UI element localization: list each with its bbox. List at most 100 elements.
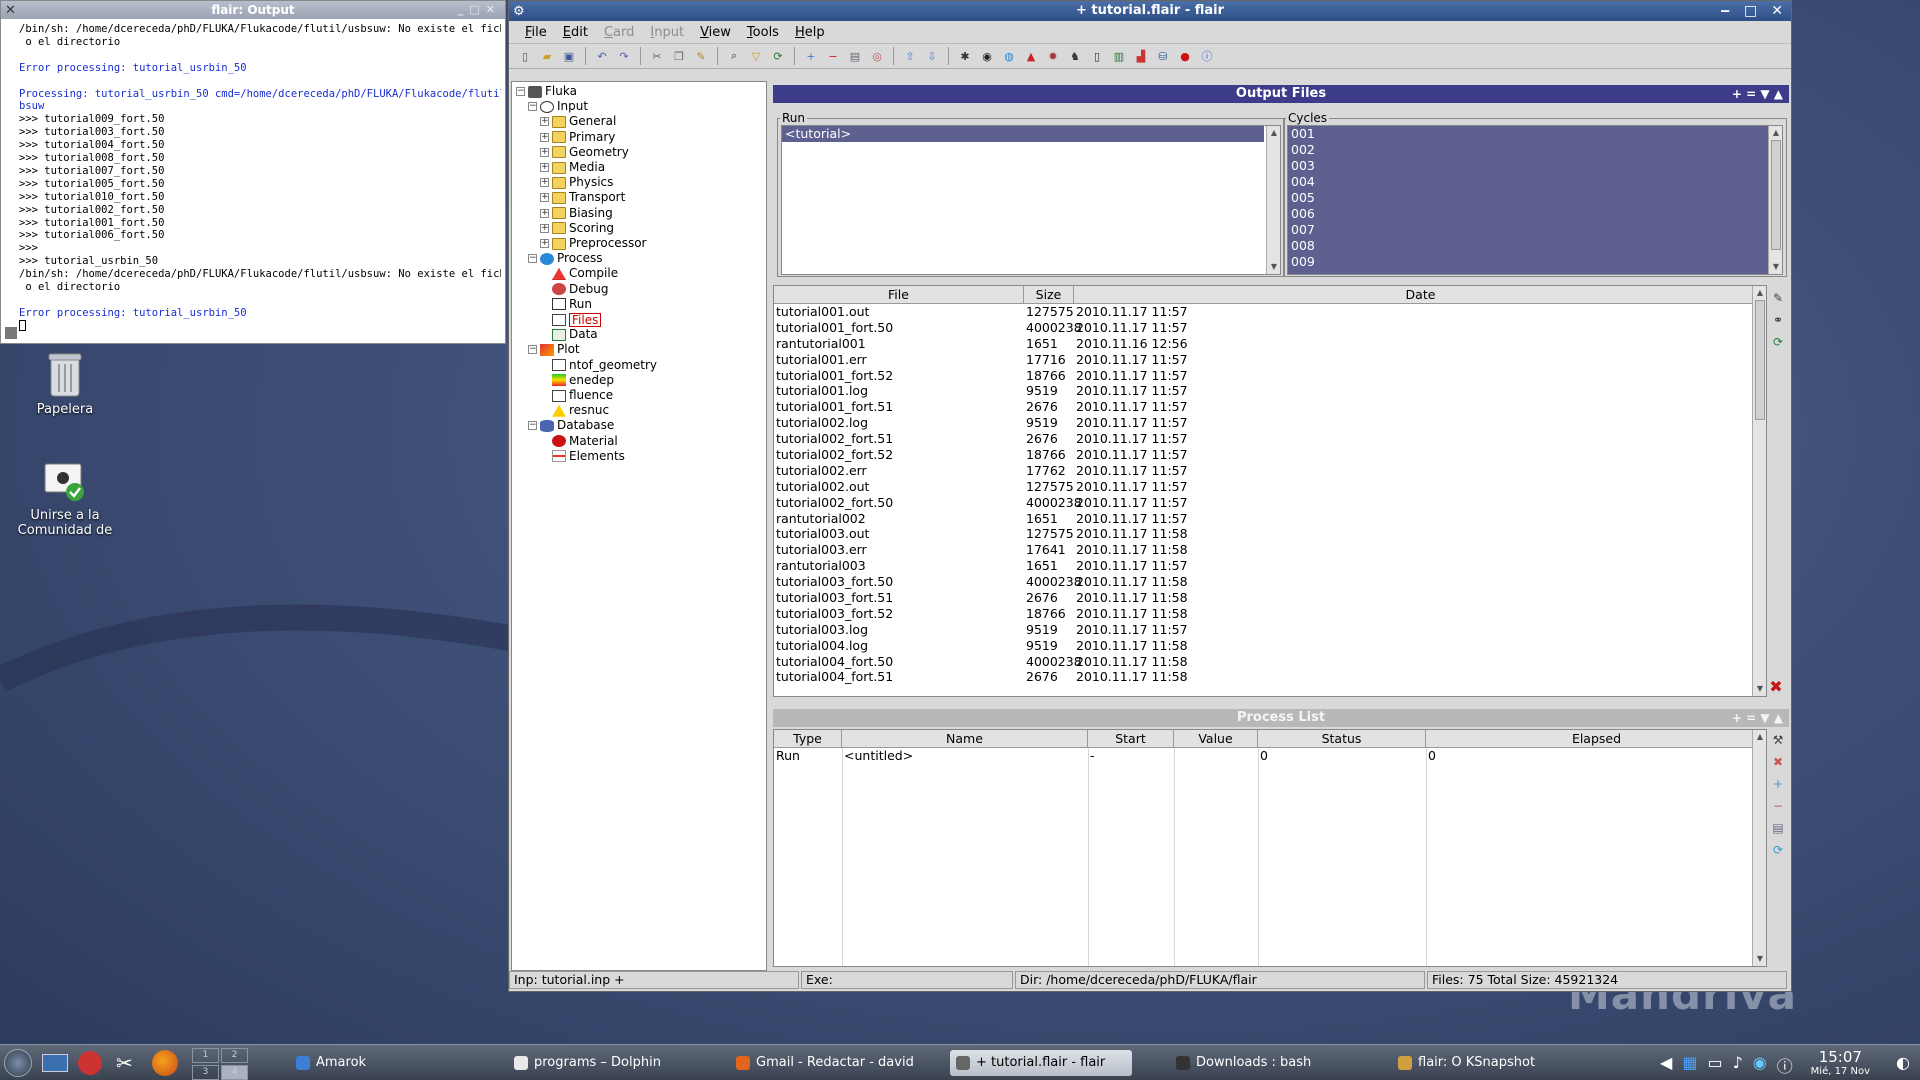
table-row[interactable]: tutorial002_fort.50 4000238 2010.11.17 11:… bbox=[774, 495, 1750, 511]
cycle-list-item[interactable]: 007 bbox=[1288, 222, 1782, 238]
table-row[interactable]: rantutorial001 1651 2010.11.16 12:56 bbox=[774, 336, 1750, 352]
tree-item-debug[interactable]: Debug bbox=[540, 282, 608, 297]
cycle-list-item[interactable]: 006 bbox=[1288, 206, 1782, 222]
print-icon[interactable]: ▤ bbox=[845, 46, 865, 66]
tree-expander[interactable]: + bbox=[540, 132, 549, 142]
taskbar-task[interactable]: + tutorial.flair - flair bbox=[950, 1050, 1132, 1076]
tree-item-database[interactable]: − Database bbox=[528, 418, 614, 433]
table-row[interactable]: tutorial004.log 9519 2010.11.17 11:58 bbox=[774, 638, 1750, 654]
add-process-icon[interactable]: + bbox=[1769, 775, 1787, 793]
terminal-titlebar[interactable]: ✕ flair: Output _□✕ bbox=[1, 1, 505, 19]
tree-item-primary[interactable]: + Primary bbox=[540, 130, 615, 145]
tools-launcher-icon[interactable]: ✂ bbox=[116, 1051, 133, 1075]
output-panel-controls[interactable]: + = ▼ ▲ bbox=[1732, 85, 1783, 103]
cycle-list-item[interactable]: 005 bbox=[1288, 190, 1782, 206]
files-col-file[interactable]: File bbox=[774, 286, 1024, 304]
table-row[interactable]: tutorial001.log 9519 2010.11.17 11:57 bbox=[774, 383, 1750, 399]
tree-item-scoring[interactable]: + Scoring bbox=[540, 221, 614, 236]
volume-icon[interactable]: ♪ bbox=[1733, 1053, 1743, 1077]
fluka-toolbar-icon[interactable]: ✱ bbox=[955, 46, 975, 66]
clipboard-icon[interactable]: ▭ bbox=[1707, 1053, 1722, 1077]
pager-desktop-3[interactable]: 3 bbox=[192, 1065, 219, 1080]
run-list-scrollbar[interactable]: ▲ ▼ bbox=[1266, 126, 1280, 274]
remove-process-icon[interactable]: − bbox=[1769, 797, 1787, 815]
process-col-name[interactable]: Name bbox=[842, 730, 1088, 748]
files-table-scrollbar[interactable]: ▲ ▼ bbox=[1752, 286, 1766, 696]
output-files-header[interactable]: Output Files + = ▼ ▲ bbox=[773, 85, 1789, 103]
files-table[interactable]: File Size Date tutorial001.out 127575 2010.1… bbox=[773, 285, 1767, 697]
process-table-scrollbar[interactable]: ▲ ▼ bbox=[1752, 730, 1766, 966]
table-row[interactable]: tutorial003.log 9519 2010.11.17 11:57 bbox=[774, 622, 1750, 638]
desktop-pager[interactable]: 1234 bbox=[192, 1048, 248, 1080]
tree-item-data[interactable]: Data bbox=[540, 327, 598, 342]
tree-expander[interactable]: + bbox=[540, 117, 549, 127]
data-toolbar-icon[interactable]: ▥ bbox=[1109, 46, 1129, 66]
material-ball-icon[interactable]: ● bbox=[1175, 46, 1195, 66]
flair-titlebar[interactable]: ⚙ + tutorial.flair - flair ‒ □ ✕ bbox=[509, 1, 1791, 21]
tree-expander[interactable]: + bbox=[540, 178, 549, 188]
tree-expander[interactable]: − bbox=[516, 87, 525, 96]
tree-item-resnuc[interactable]: resnuc bbox=[540, 403, 609, 418]
tools-icon[interactable]: ⚒ bbox=[1769, 731, 1787, 749]
minimize-button[interactable]: ‒ bbox=[1720, 1, 1730, 21]
table-row[interactable]: tutorial001.err 17716 2010.11.17 11:57 bbox=[774, 352, 1750, 368]
debug-toolbar-icon[interactable]: ✹ bbox=[1043, 46, 1063, 66]
material-toolbar-icon[interactable]: ◎ bbox=[867, 46, 887, 66]
info-icon[interactable]: ⓘ bbox=[1777, 1053, 1793, 1077]
pager-desktop-1[interactable]: 1 bbox=[192, 1048, 219, 1063]
tree-expander[interactable]: − bbox=[528, 345, 537, 355]
tree-expander[interactable]: + bbox=[540, 208, 549, 218]
show-desktop-icon[interactable] bbox=[42, 1054, 68, 1072]
firefox-launcher-icon[interactable] bbox=[152, 1050, 178, 1076]
table-row[interactable]: tutorial001_fort.50 4000238 2010.11.17 11:… bbox=[774, 320, 1750, 336]
cut-icon[interactable]: ✂ bbox=[647, 46, 667, 66]
save-file-icon[interactable]: ▣ bbox=[559, 46, 579, 66]
table-row[interactable]: tutorial002.err 17762 2010.11.17 11:57 bbox=[774, 463, 1750, 479]
table-row[interactable]: tutorial001.out 127575 2010.11.17 11:57 bbox=[774, 304, 1750, 320]
kill-process-icon[interactable]: ✖ bbox=[1769, 753, 1787, 771]
terminal-window[interactable]: ✕ flair: Output _□✕ /bin/sh: /home/dcere… bbox=[0, 0, 506, 344]
tree-item-preprocessor[interactable]: + Preprocessor bbox=[540, 236, 646, 251]
community-desktop-icon[interactable]: Unirse a la Comunidad de bbox=[10, 460, 120, 538]
taskbar-task[interactable]: Downloads : bash bbox=[1170, 1050, 1378, 1076]
process-col-elapsed[interactable]: Elapsed bbox=[1426, 730, 1766, 748]
tree-expander[interactable]: + bbox=[540, 193, 549, 203]
cycle-list-item[interactable]: 009 bbox=[1288, 254, 1782, 270]
table-row[interactable]: Run <untitled> - 0 0 bbox=[774, 748, 1750, 764]
paste-icon[interactable]: ✎ bbox=[691, 46, 711, 66]
input-toolbar-icon[interactable]: ◉ bbox=[977, 46, 997, 66]
tree-expander[interactable]: + bbox=[540, 147, 549, 157]
menu-help[interactable]: Help bbox=[787, 25, 833, 40]
add-card-icon[interactable]: + bbox=[801, 46, 821, 66]
tree-item-geometry[interactable]: + Geometry bbox=[540, 145, 629, 160]
cycle-list-item[interactable]: 001 bbox=[1288, 126, 1782, 142]
process-panel-controls[interactable]: + = ▼ ▲ bbox=[1732, 709, 1783, 727]
tree-item-files[interactable]: Files bbox=[540, 312, 602, 327]
menu-view[interactable]: View bbox=[692, 25, 739, 40]
terminal-scrollbar[interactable] bbox=[3, 23, 17, 339]
plot-toolbar-icon[interactable]: ▟ bbox=[1131, 46, 1151, 66]
network-status-icon[interactable]: ◉ bbox=[1753, 1053, 1767, 1077]
move-down-icon[interactable]: ⇩ bbox=[922, 46, 942, 66]
tree-item-process[interactable]: − Process bbox=[528, 251, 603, 266]
tree-item-compile[interactable]: Compile bbox=[540, 266, 618, 281]
tree-item-media[interactable]: + Media bbox=[540, 160, 605, 175]
table-row[interactable]: tutorial002.log 9519 2010.11.17 11:57 bbox=[774, 415, 1750, 431]
tree-expander[interactable]: − bbox=[528, 102, 537, 112]
delete-files-icon[interactable]: ✖ bbox=[1767, 677, 1785, 696]
tree-item-input[interactable]: − Input bbox=[528, 99, 588, 114]
compile-toolbar-icon[interactable]: ▲ bbox=[1021, 46, 1041, 66]
files-col-date[interactable]: Date bbox=[1074, 286, 1766, 304]
start-menu-icon[interactable] bbox=[4, 1049, 32, 1077]
table-row[interactable]: tutorial003_fort.52 18766 2010.11.17 11:58 bbox=[774, 606, 1750, 622]
redo-icon[interactable]: ↷ bbox=[614, 46, 634, 66]
process-col-type[interactable]: Type bbox=[774, 730, 842, 748]
cycle-list-item[interactable]: 004 bbox=[1288, 174, 1782, 190]
delete-card-icon[interactable]: − bbox=[823, 46, 843, 66]
tree-item-plot[interactable]: − Plot bbox=[528, 342, 580, 357]
table-row[interactable]: tutorial002_fort.51 2676 2010.11.17 11:57 bbox=[774, 431, 1750, 447]
table-row[interactable]: tutorial004_fort.51 2676 2010.11.17 11:58 bbox=[774, 669, 1750, 685]
refresh-icon[interactable]: ⟳ bbox=[768, 46, 788, 66]
files-col-size[interactable]: Size bbox=[1024, 286, 1074, 304]
process-print-icon[interactable]: ▤ bbox=[1769, 819, 1787, 837]
